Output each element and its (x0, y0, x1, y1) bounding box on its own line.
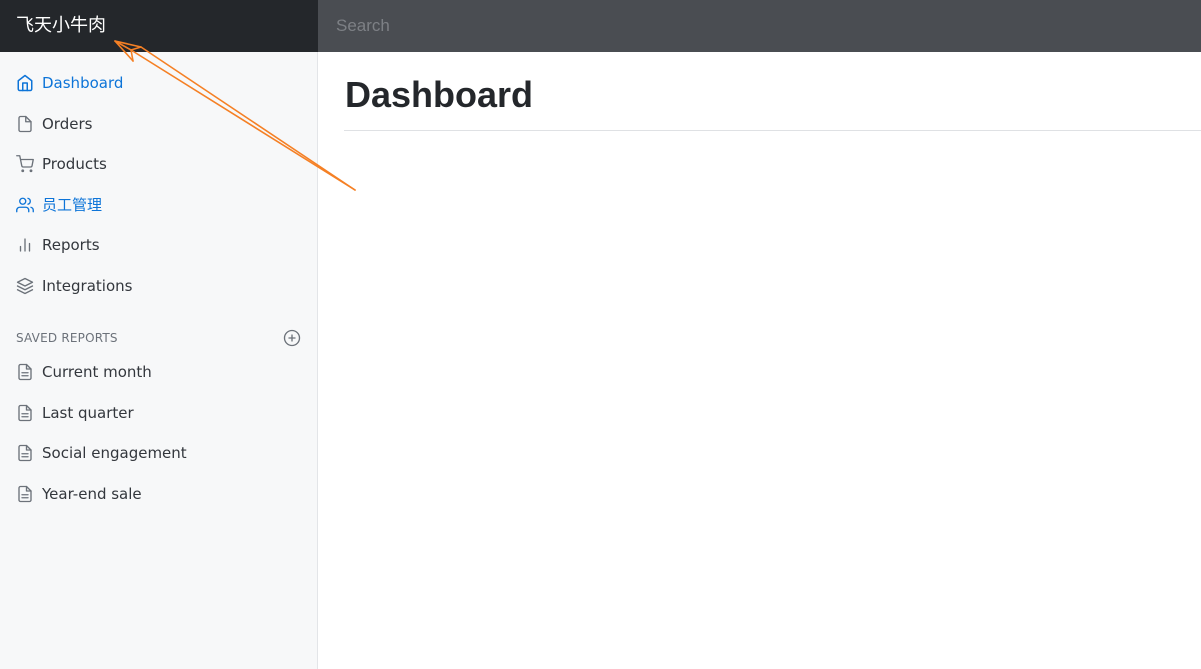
file-text-icon (16, 444, 34, 462)
cart-icon (16, 155, 34, 173)
layers-icon (16, 277, 34, 295)
title-divider (344, 130, 1201, 131)
saved-report-label: Current month (42, 363, 152, 382)
sidebar-item-label: Orders (42, 114, 93, 133)
brand-title[interactable]: 飞天小牛肉 (0, 0, 318, 52)
saved-reports-header: SAVED REPORTS (0, 328, 317, 348)
search-input[interactable] (318, 0, 1201, 52)
saved-reports-list: Current month Last quarter Social engage… (0, 348, 317, 514)
saved-reports-title: SAVED REPORTS (16, 331, 118, 345)
bar-chart-icon (16, 236, 34, 254)
sidebar-item-staff-management[interactable]: 员工管理 (0, 185, 317, 226)
saved-report-year-end-sale[interactable]: Year-end sale (0, 474, 317, 515)
sidebar-item-label: Reports (42, 236, 100, 255)
main-content: Dashboard (318, 52, 1201, 669)
page-title: Dashboard (345, 74, 534, 115)
saved-report-label: Year-end sale (42, 484, 142, 503)
saved-report-last-quarter[interactable]: Last quarter (0, 393, 317, 434)
sidebar-item-label: Products (42, 155, 107, 174)
sidebar-item-label: 员工管理 (42, 196, 103, 215)
saved-report-label: Last quarter (42, 403, 134, 422)
saved-report-current-month[interactable]: Current month (0, 352, 317, 393)
file-text-icon (16, 404, 34, 422)
sidebar-nav: Dashboard Orders Products 员工管理 Reports I… (0, 52, 317, 306)
saved-report-social-engagement[interactable]: Social engagement (0, 433, 317, 474)
sidebar-item-label: Dashboard (42, 74, 124, 93)
home-icon (16, 74, 34, 92)
sidebar-item-products[interactable]: Products (0, 144, 317, 185)
sidebar-item-orders[interactable]: Orders (0, 104, 317, 145)
plus-circle-icon[interactable] (283, 329, 301, 347)
file-icon (16, 115, 34, 133)
sidebar-item-integrations[interactable]: Integrations (0, 266, 317, 307)
top-navbar: 飞天小牛肉 (0, 0, 1201, 52)
users-icon (16, 196, 34, 214)
sidebar-item-label: Integrations (42, 276, 133, 295)
saved-report-label: Social engagement (42, 444, 187, 463)
sidebar: Dashboard Orders Products 员工管理 Reports I… (0, 52, 318, 669)
sidebar-item-reports[interactable]: Reports (0, 225, 317, 266)
file-text-icon (16, 363, 34, 381)
sidebar-item-dashboard[interactable]: Dashboard (0, 63, 317, 104)
file-text-icon (16, 485, 34, 503)
